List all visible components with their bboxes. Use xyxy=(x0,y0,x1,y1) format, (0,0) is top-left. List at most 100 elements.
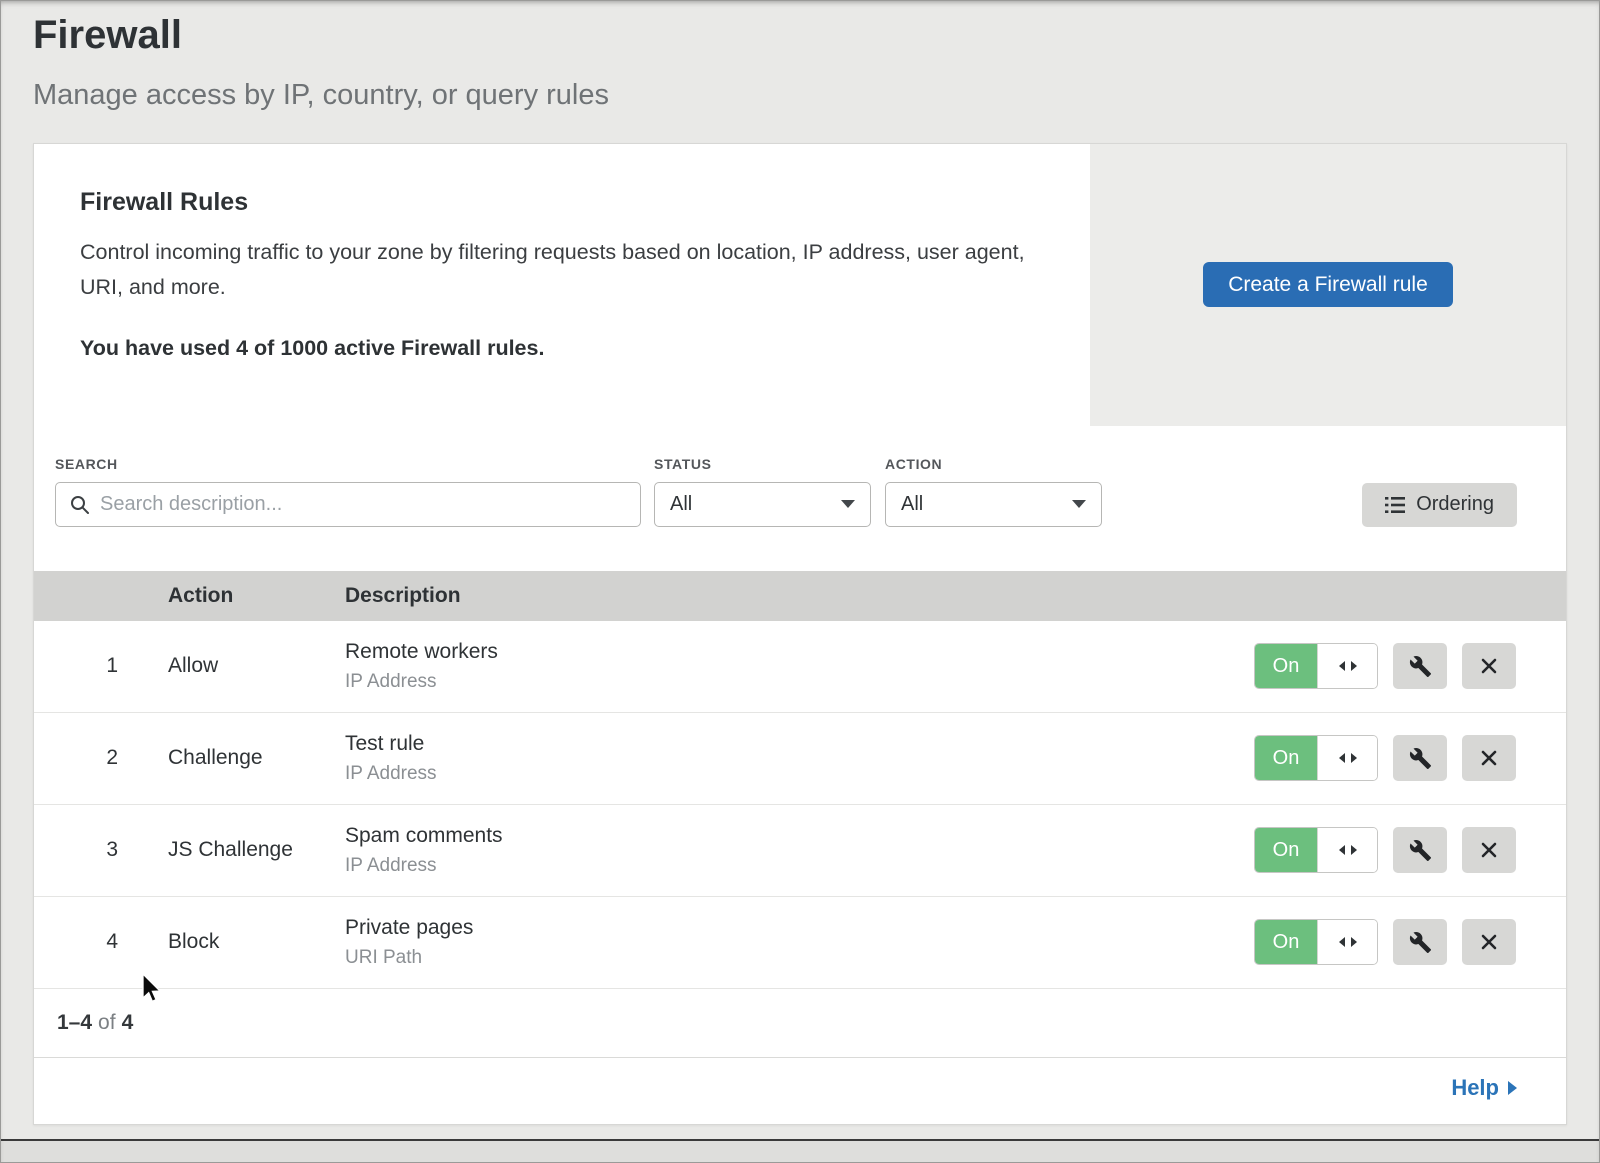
wrench-icon xyxy=(1409,839,1432,862)
row-description-type: IP Address xyxy=(345,763,1254,785)
close-icon xyxy=(1479,840,1499,860)
status-select[interactable]: All xyxy=(654,482,871,527)
card-top-info: Firewall Rules Control incoming traffic … xyxy=(34,144,1090,426)
toggle-knob xyxy=(1317,644,1377,688)
toggle-on-segment: On xyxy=(1255,920,1317,964)
wrench-icon xyxy=(1409,747,1432,770)
toggle-on-segment: On xyxy=(1255,644,1317,688)
toggle-on-segment: On xyxy=(1255,828,1317,872)
table-row: 2 Challenge Test rule IP Address On xyxy=(34,713,1566,805)
firewall-page: Firewall Manage access by IP, country, o… xyxy=(0,0,1600,1125)
wrench-icon xyxy=(1409,655,1432,678)
row-description-type: IP Address xyxy=(345,671,1254,693)
pagination-range: 1–4 xyxy=(57,1011,92,1034)
chevron-down-icon xyxy=(1072,500,1086,508)
row-controls: On xyxy=(1254,919,1516,965)
row-description-title: Spam comments xyxy=(345,824,1254,848)
row-description: Private pages URI Path xyxy=(345,916,1254,969)
search-field-wrap xyxy=(55,482,641,527)
row-controls: On xyxy=(1254,643,1516,689)
chevron-down-icon xyxy=(841,500,855,508)
page-subtitle: Manage access by IP, country, or query r… xyxy=(33,78,1567,113)
search-input[interactable] xyxy=(55,482,641,527)
row-description: Remote workers IP Address xyxy=(345,640,1254,693)
delete-rule-button[interactable] xyxy=(1462,827,1516,873)
delete-rule-button[interactable] xyxy=(1462,919,1516,965)
toggle-on-segment: On xyxy=(1255,736,1317,780)
search-icon xyxy=(69,494,90,515)
row-number: 3 xyxy=(34,838,168,862)
column-header-action: Action xyxy=(168,584,345,608)
ordered-list-icon xyxy=(1385,496,1405,514)
toggle-knob xyxy=(1317,828,1377,872)
edit-rule-button[interactable] xyxy=(1393,735,1447,781)
row-action: Challenge xyxy=(168,746,345,770)
table-header: Action Description xyxy=(34,571,1566,621)
status-filter-group: STATUS All xyxy=(654,456,871,527)
pagination: 1–4 of 4 xyxy=(34,989,1566,1058)
status-label: STATUS xyxy=(654,456,871,472)
row-action: Allow xyxy=(168,654,345,678)
card-top-action-area: Create a Firewall rule xyxy=(1090,144,1566,426)
row-controls: On xyxy=(1254,827,1516,873)
delete-rule-button[interactable] xyxy=(1462,735,1516,781)
row-description: Spam comments IP Address xyxy=(345,824,1254,877)
create-firewall-rule-button[interactable]: Create a Firewall rule xyxy=(1203,262,1453,307)
row-controls: On xyxy=(1254,735,1516,781)
close-icon xyxy=(1479,656,1499,676)
row-description-type: URI Path xyxy=(345,947,1254,969)
page-title: Firewall xyxy=(33,12,1567,58)
rule-toggle[interactable]: On xyxy=(1254,643,1378,689)
drag-handle-icon xyxy=(1339,753,1357,763)
help-label: Help xyxy=(1451,1075,1499,1101)
edit-rule-button[interactable] xyxy=(1393,919,1447,965)
wrench-icon xyxy=(1409,931,1432,954)
row-description-title: Test rule xyxy=(345,732,1254,756)
card-footer: Help xyxy=(34,1058,1566,1124)
window-edge-line xyxy=(0,1139,1600,1141)
row-description-title: Remote workers xyxy=(345,640,1254,664)
edit-rule-button[interactable] xyxy=(1393,827,1447,873)
chevron-right-icon xyxy=(1508,1081,1517,1095)
panel-description: Control incoming traffic to your zone by… xyxy=(80,235,1025,306)
panel-heading: Firewall Rules xyxy=(80,188,1044,217)
row-description-type: IP Address xyxy=(345,855,1254,877)
drag-handle-icon xyxy=(1339,937,1357,947)
table-row: 4 Block Private pages URI Path On xyxy=(34,897,1566,989)
table-row: 1 Allow Remote workers IP Address On xyxy=(34,621,1566,713)
row-number: 4 xyxy=(34,930,168,954)
delete-rule-button[interactable] xyxy=(1462,643,1516,689)
help-link[interactable]: Help xyxy=(1451,1075,1517,1101)
row-action: JS Challenge xyxy=(168,838,345,862)
rule-toggle[interactable]: On xyxy=(1254,827,1378,873)
action-select[interactable]: All xyxy=(885,482,1102,527)
pagination-total: 4 xyxy=(122,1011,134,1034)
pagination-of: of xyxy=(98,1011,116,1034)
firewall-rules-card: Firewall Rules Control incoming traffic … xyxy=(33,143,1567,1125)
card-top-section: Firewall Rules Control incoming traffic … xyxy=(34,144,1566,426)
drag-handle-icon xyxy=(1339,661,1357,671)
row-description: Test rule IP Address xyxy=(345,732,1254,785)
row-action: Block xyxy=(168,930,345,954)
table-row: 3 JS Challenge Spam comments IP Address … xyxy=(34,805,1566,897)
rule-toggle[interactable]: On xyxy=(1254,919,1378,965)
action-filter-group: ACTION All xyxy=(885,456,1102,527)
status-selected-value: All xyxy=(670,493,692,516)
rule-toggle[interactable]: On xyxy=(1254,735,1378,781)
row-number: 1 xyxy=(34,654,168,678)
action-label: ACTION xyxy=(885,456,1102,472)
toggle-knob xyxy=(1317,736,1377,780)
row-number: 2 xyxy=(34,746,168,770)
toggle-knob xyxy=(1317,920,1377,964)
usage-text: You have used 4 of 1000 active Firewall … xyxy=(80,336,1044,361)
drag-handle-icon xyxy=(1339,845,1357,855)
row-description-title: Private pages xyxy=(345,916,1254,940)
column-header-description: Description xyxy=(345,584,1516,608)
action-selected-value: All xyxy=(901,493,923,516)
edit-rule-button[interactable] xyxy=(1393,643,1447,689)
ordering-button-label: Ordering xyxy=(1416,493,1494,516)
close-icon xyxy=(1479,932,1499,952)
filter-bar: SEARCH STATUS All ACTION All xyxy=(34,426,1566,571)
window-edge-strip xyxy=(0,1141,1600,1163)
ordering-button[interactable]: Ordering xyxy=(1362,483,1517,527)
